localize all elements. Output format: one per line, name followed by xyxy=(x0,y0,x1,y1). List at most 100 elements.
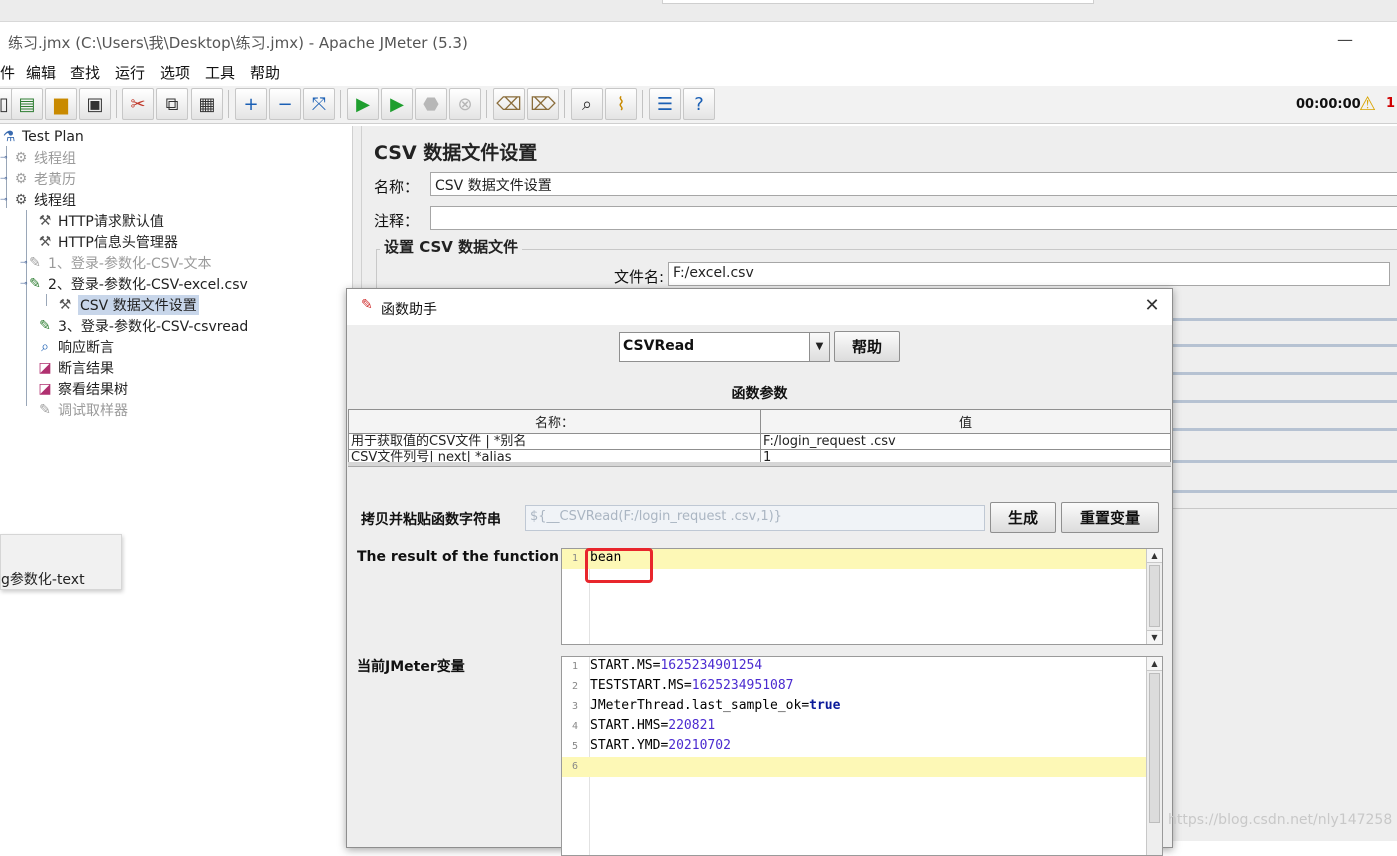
shutdown-icon[interactable]: ⊗ xyxy=(449,88,481,120)
menu-tools[interactable]: 工具 xyxy=(205,62,235,83)
floating-text: g参数化-text xyxy=(1,572,85,588)
tree-node-view-results-tree[interactable]: ◪ 察看结果树 xyxy=(36,379,128,399)
tree-node-test-plan[interactable]: ⚗ Test Plan xyxy=(0,127,84,147)
function-string-field[interactable]: ${__CSVRead(F:/login_request .csv,1)} xyxy=(525,505,985,531)
tree-node-label: HTTP信息头管理器 xyxy=(58,235,178,251)
copy-icon[interactable]: ⧉ xyxy=(156,88,188,120)
menu-run[interactable]: 运行 xyxy=(115,62,145,83)
menu-help[interactable]: 帮助 xyxy=(250,62,280,83)
toggle-icon[interactable]: ⤧ xyxy=(303,88,335,120)
help-button[interactable]: 帮助 xyxy=(834,331,900,362)
expand-handle-icon[interactable]: ⊸ xyxy=(20,258,28,268)
minimize-button[interactable]: — xyxy=(1334,30,1356,50)
tree-node-assertion-results[interactable]: ◪ 断言结果 xyxy=(36,358,114,378)
paste-icon[interactable]: ▦ xyxy=(191,88,223,120)
tree-node-header-manager[interactable]: ⚒ HTTP信息头管理器 xyxy=(36,232,178,252)
scroll-thumb[interactable] xyxy=(1149,673,1160,823)
tree-node-debug-sampler[interactable]: ✎ 调试取样器 xyxy=(36,400,128,420)
tree-node-label: 老黄历 xyxy=(34,172,76,188)
tree-node-login-csv-excel[interactable]: ⊸ ✎ 2、登录-参数化-CSV-excel.csv xyxy=(20,274,248,294)
tree-node-label: 线程组 xyxy=(34,151,76,167)
name-field[interactable]: CSV 数据文件设置 xyxy=(430,172,1397,196)
vertical-scrollbar[interactable]: ▲ xyxy=(1146,657,1162,855)
tree-node-label: HTTP请求默认值 xyxy=(58,214,164,230)
floating-drag-preview: g参数化-text xyxy=(0,534,122,590)
start-icon[interactable]: ▶ xyxy=(347,88,379,120)
gear-icon: ⚙ xyxy=(14,150,28,166)
warning-count: 1 xyxy=(1386,96,1396,111)
chevron-down-icon[interactable]: ▼ xyxy=(809,333,829,361)
toolbar-separator xyxy=(228,90,229,118)
chart-icon: ◪ xyxy=(38,360,52,376)
reset-variables-button[interactable]: 重置变量 xyxy=(1061,502,1159,533)
line-number: 4 xyxy=(571,721,579,732)
expand-handle-icon[interactable]: ⊸ xyxy=(0,153,8,163)
start-no-pause-icon[interactable]: ▶ xyxy=(381,88,413,120)
stop-icon[interactable]: ⬣ xyxy=(415,88,447,120)
binoculars-icon[interactable]: ⌕ xyxy=(571,88,603,120)
toolbar-separator xyxy=(486,90,487,118)
menu-file[interactable]: 件 xyxy=(0,62,15,83)
tree-node-thread-group[interactable]: ⊸ ⚙ 线程组 xyxy=(0,190,76,210)
tree-node-thread-group-disabled[interactable]: ⊸ ⚙ 线程组 xyxy=(0,148,76,168)
tree-connector xyxy=(46,294,47,306)
pipette-icon: ✎ xyxy=(39,402,51,418)
hidden-field-edge xyxy=(1170,344,1397,347)
tree-node-http-defaults[interactable]: ⚒ HTTP请求默认值 xyxy=(36,211,164,231)
param-value-cell[interactable]: F:/login_request .csv xyxy=(760,433,1171,450)
warning-icon[interactable]: ⚠ xyxy=(1359,93,1376,115)
pipette-icon: ✎ xyxy=(361,297,373,313)
function-select[interactable]: CSVRead ▼ xyxy=(619,332,830,362)
templates-icon[interactable]: ▤ xyxy=(11,88,43,120)
vertical-scrollbar[interactable]: ▲ ▼ xyxy=(1146,549,1162,644)
help-icon[interactable]: ? xyxy=(683,88,715,120)
expand-handle-icon[interactable]: ⊸ xyxy=(20,279,28,289)
variables-editor[interactable]: 1 START.MS=1625234901254 2 TESTSTART.MS=… xyxy=(561,656,1163,856)
menu-options[interactable]: 选项 xyxy=(160,62,190,83)
scroll-up-icon[interactable]: ▲ xyxy=(1147,549,1162,563)
background-popup-edge xyxy=(662,0,1094,4)
tree-node-label: 察看结果树 xyxy=(58,382,128,398)
comment-field[interactable] xyxy=(430,206,1397,230)
tree-node-almanac[interactable]: ⊸ ⚙ 老黄历 xyxy=(0,169,76,189)
toolbar-separator xyxy=(642,90,643,118)
hidden-field-edge xyxy=(1170,460,1397,463)
param-name-cell[interactable]: 用于获取值的CSV文件 | *别名 xyxy=(348,433,761,450)
close-icon[interactable]: ✕ xyxy=(1139,295,1165,319)
clear-all-icon[interactable]: ⌦ xyxy=(527,88,559,120)
variable-value: true xyxy=(809,698,841,713)
scroll-up-icon[interactable]: ▲ xyxy=(1147,657,1162,671)
line-number: 2 xyxy=(571,681,579,692)
menu-edit[interactable]: 编辑 xyxy=(26,62,56,83)
tree-node-csv-data-set[interactable]: ⚒ CSV 数据文件设置 xyxy=(56,295,199,315)
scroll-thumb[interactable] xyxy=(1149,565,1160,627)
tree-node-login-csvread[interactable]: ✎ 3、登录-参数化-CSV-csvread xyxy=(36,316,248,336)
expand-handle-icon[interactable]: ⊸ xyxy=(0,174,8,184)
tools-icon: ⚒ xyxy=(38,213,52,229)
generate-button[interactable]: 生成 xyxy=(990,502,1056,533)
pipette-icon: ✎ xyxy=(29,276,41,292)
variable-value: 20210702 xyxy=(668,738,731,753)
system-strip xyxy=(0,0,1397,22)
cut-icon[interactable]: ✂ xyxy=(122,88,154,120)
function-helper-icon[interactable]: ☰ xyxy=(649,88,681,120)
jmeter-variables-label: 当前JMeter变量 xyxy=(357,659,465,675)
expand-icon[interactable]: + xyxy=(235,88,267,120)
broom-icon[interactable]: ⌇ xyxy=(605,88,637,120)
tree-node-response-assertion[interactable]: ⌕ 响应断言 xyxy=(36,337,114,357)
save-icon[interactable]: ▣ xyxy=(79,88,111,120)
scroll-down-icon[interactable]: ▼ xyxy=(1147,630,1162,644)
watermark: https://blog.csdn.net/nly147258 xyxy=(1168,812,1393,828)
toolbar-separator xyxy=(564,90,565,118)
menu-search[interactable]: 查找 xyxy=(70,62,100,83)
filename-field[interactable]: F:/excel.csv xyxy=(668,262,1390,286)
toolbar-separator xyxy=(116,90,117,118)
clear-icon[interactable]: ⌫ xyxy=(493,88,525,120)
open-icon[interactable]: ▆ xyxy=(45,88,77,120)
collapse-icon[interactable]: − xyxy=(269,88,301,120)
tree-node-login-csv-text[interactable]: ⊸ ✎ 1、登录-参数化-CSV-文本 xyxy=(20,253,211,273)
variable-value: 220821 xyxy=(668,718,716,733)
expand-handle-icon[interactable]: ⊸ xyxy=(0,195,8,205)
table-row[interactable]: 用于获取值的CSV文件 | *别名 F:/login_request .csv xyxy=(348,433,1171,450)
hidden-field-edge xyxy=(1170,318,1397,321)
